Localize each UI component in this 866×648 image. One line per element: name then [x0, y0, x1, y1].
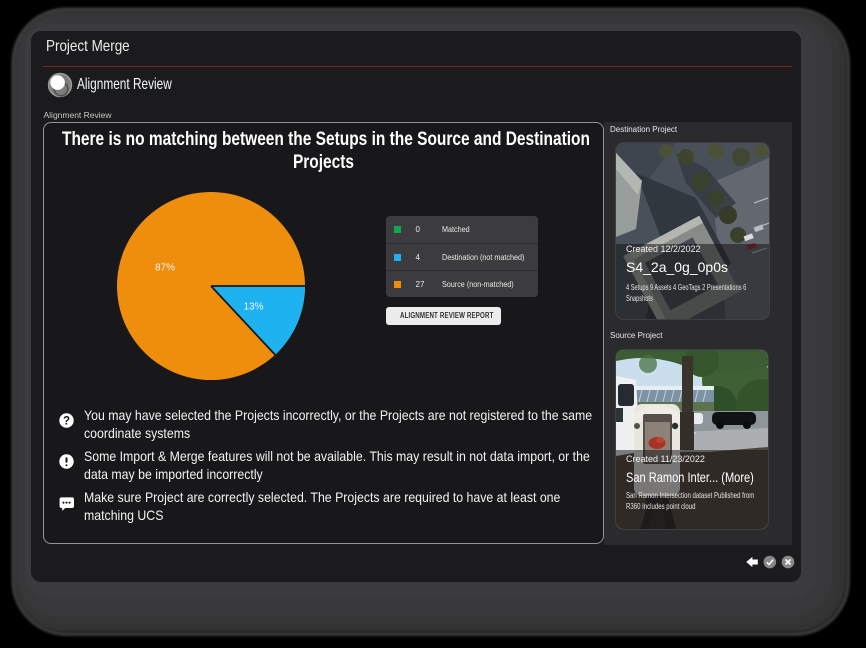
svg-text:13%: 13% — [243, 302, 263, 313]
svg-text:?: ? — [62, 416, 69, 428]
svg-text:87%: 87% — [155, 263, 175, 274]
